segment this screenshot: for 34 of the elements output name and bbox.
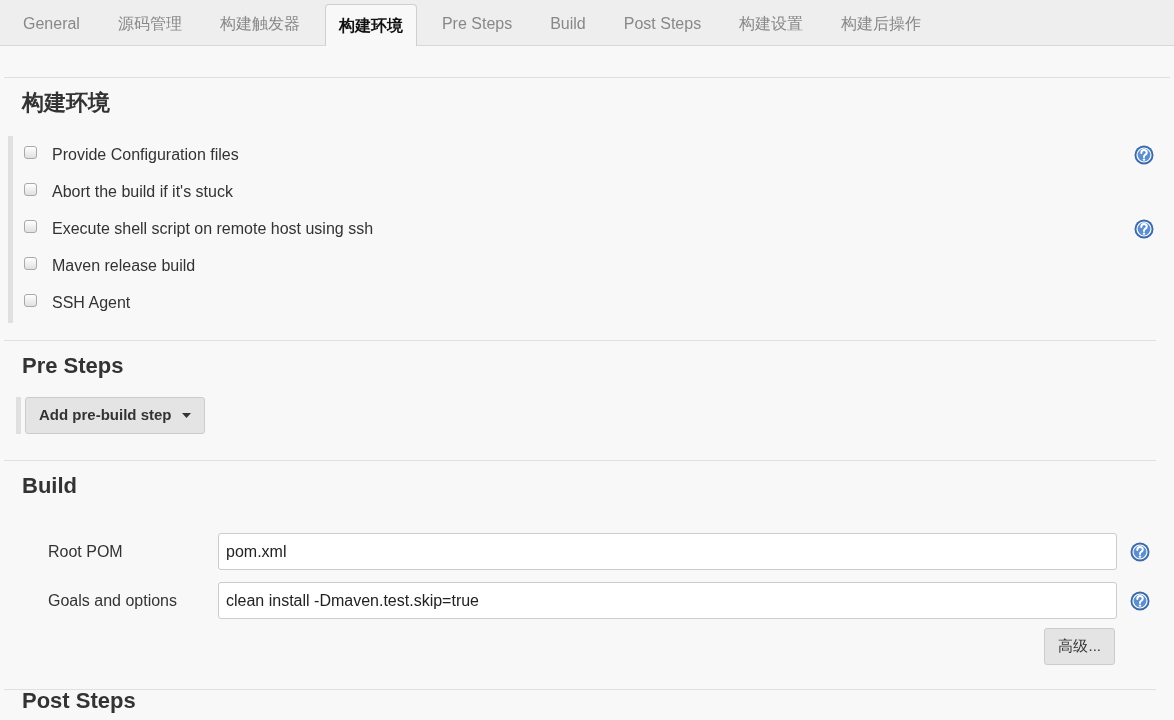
checkbox[interactable] xyxy=(24,220,37,233)
add-step-button[interactable]: Add pre-build step xyxy=(25,397,205,434)
help-icon[interactable] xyxy=(1134,144,1154,165)
checkbox-label: Execute shell script on remote host using ssh xyxy=(52,218,375,239)
tab[interactable]: 源码管理 xyxy=(104,3,195,45)
section-heading: 构建环境 xyxy=(20,89,110,117)
checkbox[interactable] xyxy=(24,294,37,307)
checkbox[interactable] xyxy=(24,146,37,159)
help-icon[interactable] xyxy=(1134,218,1154,239)
help-icon[interactable] xyxy=(1130,541,1150,562)
caret-icon xyxy=(181,413,191,418)
section-heading: Post Steps xyxy=(21,690,136,712)
tab[interactable]: Build xyxy=(537,3,599,45)
checkbox-label: Abort the build if it's stuck xyxy=(52,181,234,202)
checkbox[interactable] xyxy=(24,183,37,196)
tab[interactable]: 构建环境 xyxy=(324,4,417,46)
field-label: Goals and options xyxy=(48,590,178,611)
tab[interactable]: Post Steps xyxy=(610,3,715,45)
tab[interactable]: 构建设置 xyxy=(726,3,817,45)
advanced-button[interactable]: 高级... xyxy=(1044,628,1115,665)
tab[interactable]: 构建后操作 xyxy=(828,3,935,45)
help-icon[interactable] xyxy=(1130,590,1150,611)
tab[interactable]: 构建触发器 xyxy=(206,3,313,45)
checkbox-label: Maven release build xyxy=(52,255,197,276)
tab[interactable]: Pre Steps xyxy=(428,3,526,45)
text-field[interactable]: clean install -Dmaven.test.skip=true xyxy=(218,582,1117,619)
tab[interactable]: General xyxy=(10,3,93,45)
text-field[interactable]: pom.xml xyxy=(218,533,1117,570)
checkbox-label: Provide Configuration files xyxy=(52,144,240,165)
section-heading: Build xyxy=(21,472,77,500)
checkbox-label: SSH Agent xyxy=(52,292,132,313)
section-heading: Pre Steps xyxy=(21,352,124,380)
field-label: Root POM xyxy=(48,541,124,562)
checkbox[interactable] xyxy=(24,257,37,270)
